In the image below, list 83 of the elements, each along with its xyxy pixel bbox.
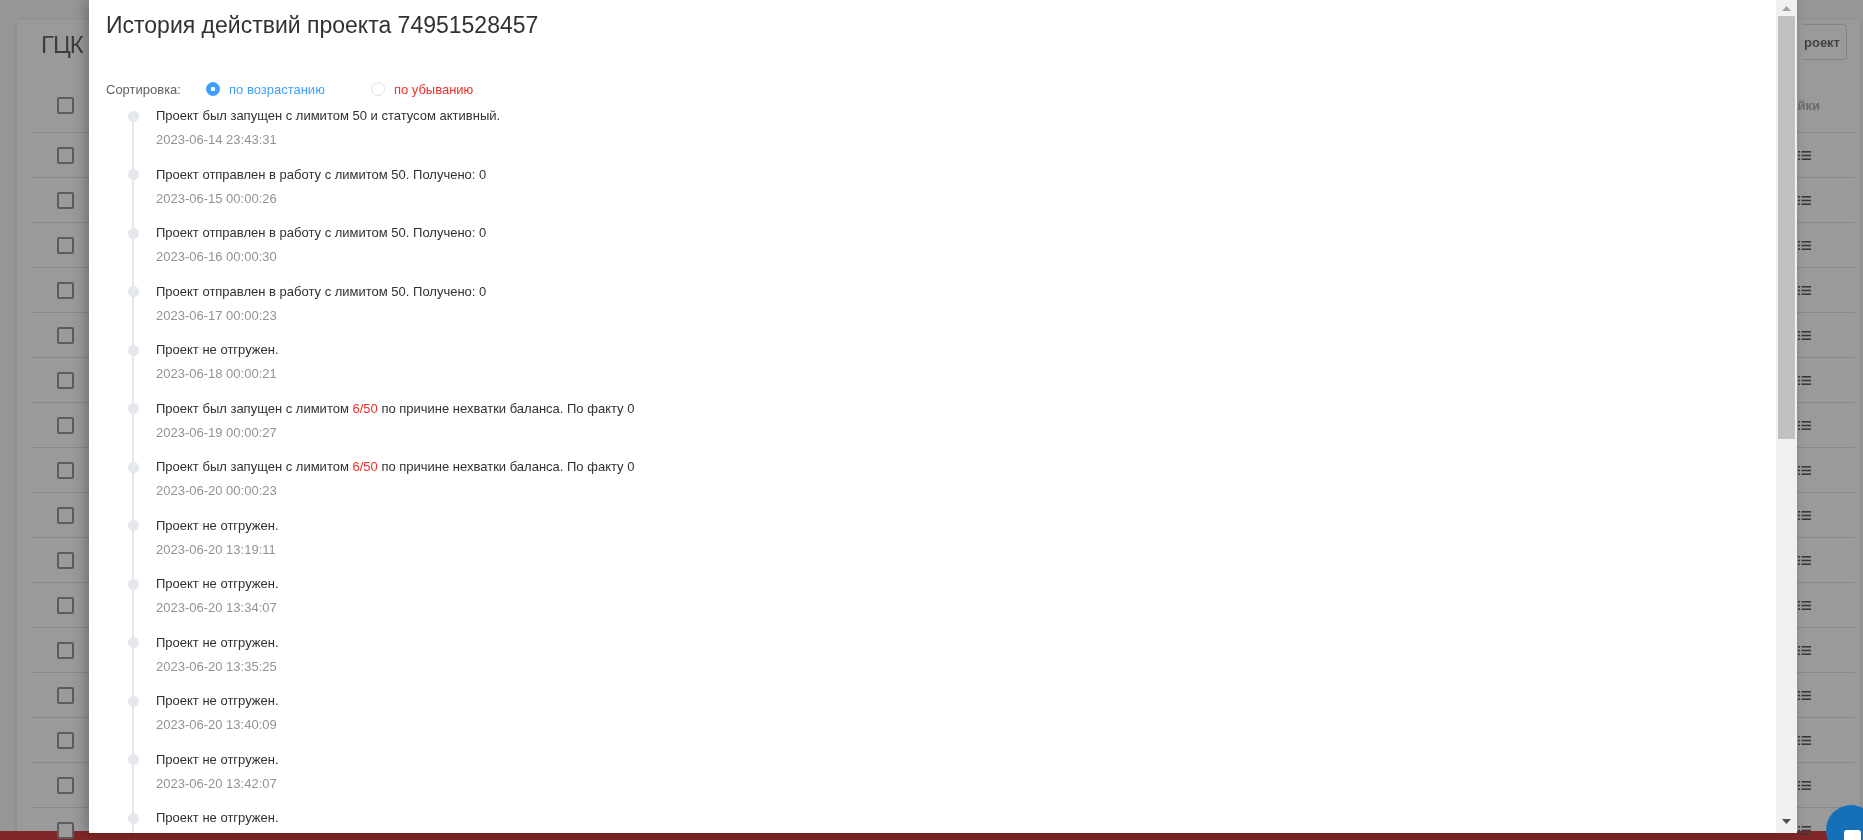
- row-checkbox[interactable]: [57, 641, 74, 659]
- row-checkbox[interactable]: [57, 686, 74, 704]
- history-message: Проект не отгружен.: [156, 341, 279, 359]
- list-icon[interactable]: [1798, 375, 1811, 385]
- history-message: Проект отправлен в работу с лимитом 50. Получено: 0: [156, 282, 487, 301]
- history-timestamp: 2023-06-20 13:35:25: [156, 657, 277, 676]
- row-checkbox[interactable]: [57, 371, 74, 389]
- sort-option[interactable]: по убыванию: [393, 81, 474, 97]
- history-message: Проект не отгружен.: [156, 750, 279, 769]
- timeline-dot-icon: [127, 403, 139, 414]
- timeline-dot-icon: [127, 286, 139, 297]
- sort-label: Сортировка:: [106, 81, 182, 97]
- scrollbar[interactable]: [1776, 0, 1797, 833]
- list-icon[interactable]: [1798, 780, 1811, 790]
- radio-icon[interactable]: [206, 82, 220, 96]
- history-message: Проект отправлен в работу с лимитом 50. Получено: 0: [156, 224, 487, 242]
- list-icon[interactable]: [1798, 285, 1811, 295]
- scrollbar-thumb[interactable]: [1778, 16, 1795, 439]
- list-icon[interactable]: [1798, 465, 1811, 475]
- row-checkbox[interactable]: [57, 326, 74, 344]
- history-timestamp: 2023-06-16 00:00:30: [156, 248, 277, 266]
- row-checkbox[interactable]: [57, 776, 74, 794]
- history-timestamp: 2023-06-20 13:42:07: [156, 774, 277, 793]
- timeline-dot-icon: [127, 578, 139, 590]
- history-timestamp: 2023-06-20 13:19:11: [156, 540, 276, 559]
- history-message: Проект был запущен с лимитом 6/50 по причине нехватки баланса. По факту 0: [156, 399, 635, 418]
- timeline-dot-icon: [127, 110, 139, 122]
- select-all-checkbox[interactable]: [57, 96, 74, 114]
- history-timestamp: 2023-06-20 13:34:07: [156, 599, 277, 617]
- history-timestamp: 2023-06-17 00:00:23: [156, 306, 277, 325]
- timeline-dot-icon: [127, 754, 139, 765]
- history-timestamp: 2023-06-14 23:43:31: [156, 131, 277, 149]
- sort-option[interactable]: по возрастанию: [229, 81, 325, 97]
- timeline-dot-icon: [127, 344, 139, 356]
- row-checkbox[interactable]: [57, 191, 74, 209]
- row-checkbox[interactable]: [57, 416, 74, 434]
- list-icon[interactable]: [1798, 510, 1811, 520]
- list-icon[interactable]: [1798, 420, 1811, 430]
- list-icon[interactable]: [1798, 555, 1811, 565]
- row-checkbox[interactable]: [57, 236, 74, 254]
- history-message: Проект не отгружен.: [156, 809, 279, 827]
- list-icon[interactable]: [1798, 150, 1811, 160]
- dialog-title: История действий проекта 74951528457: [106, 11, 540, 40]
- page-title: ГЦК: [41, 30, 83, 60]
- history-timestamp: 2023-06-20 13:40:09: [156, 716, 277, 734]
- history-message: Проект отправлен в работу с лимитом 50. Получено: 0: [156, 165, 487, 184]
- history-timestamp: 2023-06-18 00:00:21: [156, 365, 277, 383]
- list-icon[interactable]: [1798, 825, 1811, 835]
- row-checkbox[interactable]: [57, 731, 74, 749]
- row-checkbox[interactable]: [57, 596, 74, 614]
- history-timestamp: 2023-06-15 00:00:26: [156, 189, 277, 208]
- project-button[interactable]: роект: [1802, 24, 1847, 60]
- timeline-dot-icon: [127, 812, 139, 824]
- list-icon[interactable]: [1798, 600, 1811, 610]
- timeline-dot-icon: [127, 695, 139, 707]
- list-icon[interactable]: [1798, 645, 1811, 655]
- history-timestamp: 2023-06-19 00:00:27: [156, 423, 277, 442]
- timeline-dot-icon: [127, 520, 139, 531]
- row-checkbox[interactable]: [57, 281, 74, 299]
- history-message: Проект не отгружен.: [156, 633, 279, 652]
- list-icon[interactable]: [1798, 240, 1811, 250]
- list-icon[interactable]: [1798, 690, 1811, 700]
- scroll-up-icon[interactable]: [1782, 5, 1791, 11]
- list-icon[interactable]: [1798, 735, 1811, 745]
- timeline-dot-icon: [127, 169, 139, 180]
- row-checkbox[interactable]: [57, 506, 74, 524]
- scroll-down-icon[interactable]: [1782, 818, 1791, 824]
- timeline-dot-icon: [127, 461, 139, 473]
- timeline-dot-icon: [127, 227, 139, 239]
- row-checkbox[interactable]: [57, 551, 74, 569]
- list-icon[interactable]: [1798, 330, 1811, 340]
- history-message: Проект был запущен с лимитом 50 и статусом активный.: [156, 107, 501, 125]
- history-message: Проект был запущен с лимитом 6/50 по причине нехватки баланса. По факту 0: [156, 458, 635, 476]
- history-message: Проект не отгружен.: [156, 516, 279, 535]
- row-checkbox[interactable]: [57, 461, 74, 479]
- row-checkbox[interactable]: [57, 821, 74, 839]
- chat-bubble-icon[interactable]: [1826, 805, 1863, 840]
- history-message: Проект не отгружен.: [156, 575, 279, 593]
- row-checkbox[interactable]: [57, 146, 74, 164]
- history-message: Проект не отгружен.: [156, 692, 279, 710]
- list-icon[interactable]: [1798, 195, 1811, 205]
- timeline-dot-icon: [127, 637, 139, 648]
- history-timestamp: 2023-06-20 00:00:23: [156, 482, 277, 500]
